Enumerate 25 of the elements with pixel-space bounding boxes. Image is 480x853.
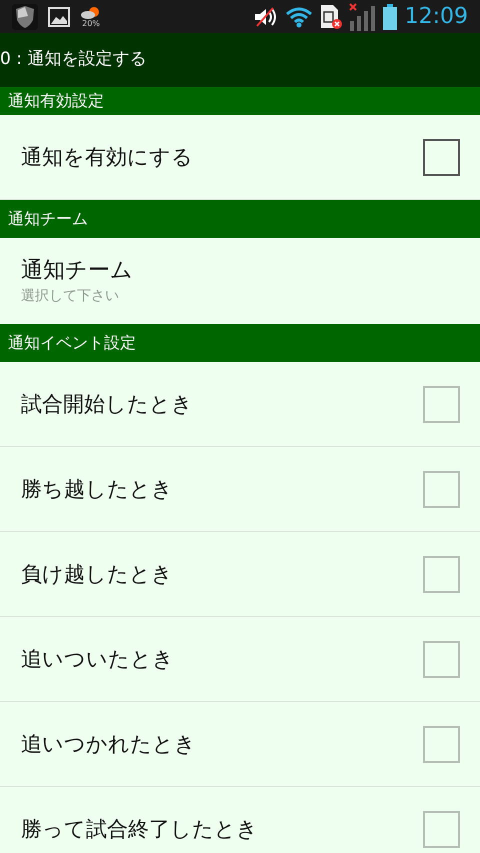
screen-title: 0 : 通知を設定する bbox=[0, 48, 146, 72]
weather-percent: 20% bbox=[82, 18, 100, 28]
sim-card-icon bbox=[318, 4, 343, 30]
battery-icon bbox=[382, 4, 397, 30]
checkbox[interactable] bbox=[423, 138, 460, 176]
weather-icon bbox=[80, 6, 102, 18]
setting-summary: 選択して下さい bbox=[21, 286, 120, 306]
setting-label: 勝って試合終了したとき bbox=[21, 816, 259, 842]
setting-label: 勝ち越したとき bbox=[21, 476, 174, 502]
section-header: 通知イベント設定 bbox=[0, 324, 480, 362]
wifi-icon bbox=[284, 6, 313, 28]
setting-label: 負け越したとき bbox=[21, 561, 174, 587]
setting-label: 追いつかれたとき bbox=[21, 731, 197, 757]
muted-speaker-icon bbox=[252, 6, 279, 28]
section-header: 通知有効設定 bbox=[0, 87, 480, 115]
setting-label: 追いついたとき bbox=[21, 646, 175, 672]
shield-icon bbox=[12, 4, 38, 30]
image-icon bbox=[48, 6, 70, 26]
section-header: 通知チーム bbox=[0, 200, 480, 238]
setting-label: 通知を有効にする bbox=[21, 144, 194, 170]
setting-label: 試合開始したとき bbox=[21, 391, 194, 417]
no-signal-icon bbox=[348, 2, 375, 30]
clock-time: 12:09 bbox=[404, 3, 468, 31]
setting-label: 通知チーム bbox=[21, 256, 134, 284]
setting-row[interactable]: 通知チーム 選択して下さい bbox=[0, 238, 480, 324]
